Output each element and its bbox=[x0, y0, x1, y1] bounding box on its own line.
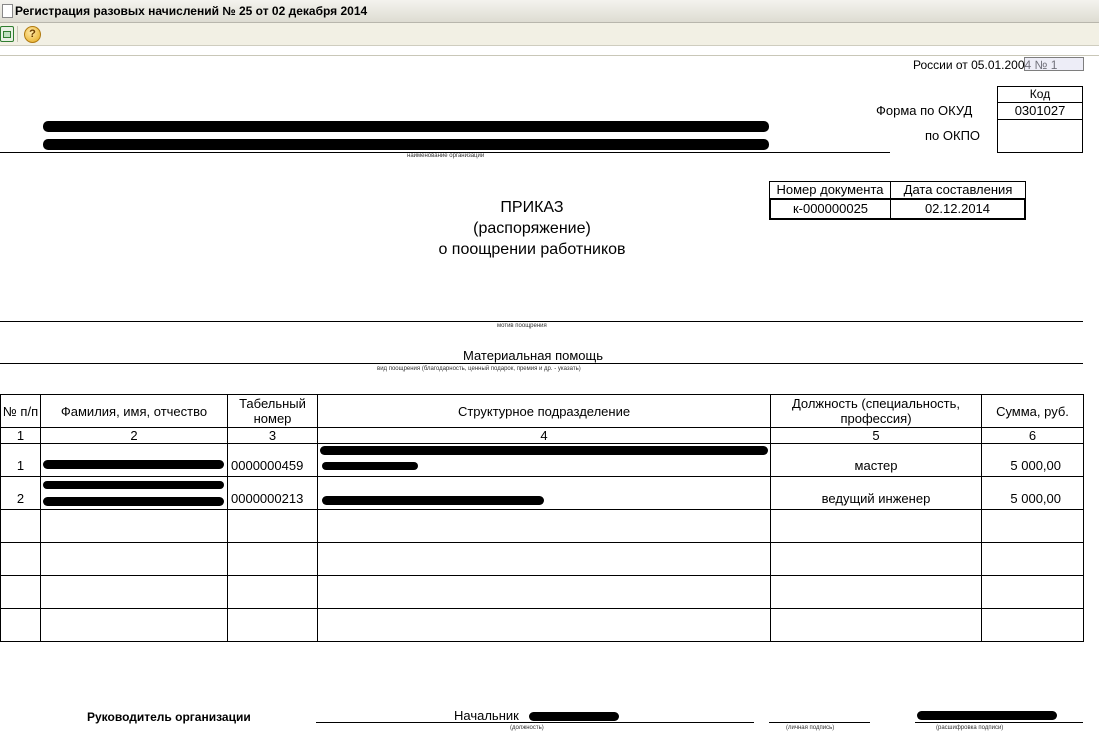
row-name-cell bbox=[40, 443, 228, 477]
redacted-dept-line1 bbox=[320, 446, 768, 455]
toolbar-separator bbox=[17, 26, 18, 42]
window-title: Регистрация разовых начислений № 25 от 0… bbox=[15, 4, 368, 18]
redacted-name-line2 bbox=[43, 497, 224, 506]
table-header-row: № п/п Фамилия, имя, отчество Табельный н… bbox=[0, 394, 1084, 428]
printed-form: России от 05.01.2004 № 1 Код 0301027 Фор… bbox=[0, 55, 1099, 739]
doc-date-header: Дата составления bbox=[903, 182, 1013, 197]
col-number: 6 bbox=[981, 427, 1084, 444]
help-icon[interactable]: ? bbox=[24, 26, 41, 43]
head-position: Начальник bbox=[454, 708, 519, 723]
okud-value-cell: 0301027 bbox=[997, 102, 1083, 120]
table-row-empty bbox=[0, 509, 1084, 543]
table-row: 1 0000000459 мастер 5 000,00 bbox=[0, 443, 1084, 477]
row-tab: 0000000213 bbox=[227, 476, 318, 510]
redacted-name-line1 bbox=[43, 481, 224, 489]
table-row-empty bbox=[0, 575, 1084, 609]
col-number: 3 bbox=[227, 427, 318, 444]
print-icon[interactable] bbox=[0, 26, 14, 42]
okud-value: 0301027 bbox=[1014, 103, 1066, 118]
doc-number: к-000000025 bbox=[792, 201, 869, 216]
order-title: ПРИКАЗ bbox=[500, 199, 564, 216]
position-underline bbox=[316, 722, 754, 723]
header-sum: Сумма, руб. bbox=[981, 394, 1084, 428]
table-row-empty bbox=[0, 542, 1084, 576]
table-numbering-row: 1 2 3 4 5 6 bbox=[0, 427, 1084, 444]
col-number: 4 bbox=[317, 427, 771, 444]
reward-type: Материальная помощь bbox=[462, 348, 603, 363]
signature-caption: (личная подпись) bbox=[786, 725, 835, 731]
reward-caption: вид поощрения (благодарность, ценный под… bbox=[377, 366, 581, 372]
header-name: Фамилия, имя, отчество bbox=[40, 394, 228, 428]
employees-table: № п/п Фамилия, имя, отчество Табельный н… bbox=[0, 394, 1084, 642]
redacted-dept-line2 bbox=[322, 462, 418, 470]
okud-label: Форма по ОКУД bbox=[876, 103, 973, 118]
redacted-org-name-line2 bbox=[43, 139, 769, 150]
table-row: 2 0000000213 ведущий инженер 5 000,00 bbox=[0, 476, 1084, 510]
header-tab: Табельный номер bbox=[227, 394, 318, 428]
row-name-cell bbox=[40, 476, 228, 510]
doc-number-cell: к-000000025 bbox=[769, 198, 891, 220]
row-dept-cell bbox=[317, 476, 771, 510]
motive-caption: мотив поощрения bbox=[497, 323, 547, 329]
doc-number-header: Номер документа bbox=[776, 182, 884, 197]
org-name-caption: наименование организации bbox=[407, 153, 485, 159]
header-position: Должность (специальность, профессия) bbox=[770, 394, 982, 428]
col-number: 2 bbox=[40, 427, 228, 444]
okpo-value-cell bbox=[997, 119, 1083, 153]
row-position: ведущий инженер bbox=[770, 476, 982, 510]
decoding-caption: (расшифровка подписи) bbox=[936, 725, 1004, 731]
toolbar: ? bbox=[0, 23, 1099, 46]
signature-underline bbox=[769, 722, 870, 723]
doc-date-cell: 02.12.2014 bbox=[890, 198, 1026, 220]
redacted-name bbox=[43, 460, 224, 469]
col-number: 5 bbox=[770, 427, 982, 444]
redacted-signer-name bbox=[917, 711, 1057, 720]
motive-underline bbox=[0, 321, 1083, 322]
doc-date: 02.12.2014 bbox=[924, 201, 991, 216]
okpo-label: по ОКПО bbox=[925, 128, 981, 143]
row-tab: 0000000459 bbox=[227, 443, 318, 477]
doc-number-header-cell: Номер документа bbox=[769, 181, 891, 199]
doc-date-header-cell: Дата составления bbox=[890, 181, 1026, 199]
position-caption: (должность) bbox=[510, 725, 544, 731]
selected-cell-marker bbox=[1024, 57, 1084, 71]
reward-underline bbox=[0, 363, 1083, 364]
redacted-dept bbox=[322, 496, 544, 505]
order-purpose: о поощрении работников bbox=[438, 241, 626, 258]
header-num: № п/п bbox=[0, 394, 41, 428]
document-icon bbox=[2, 4, 13, 18]
code-header-cell: Код bbox=[997, 86, 1083, 103]
head-label: Руководитель организации bbox=[87, 710, 251, 724]
row-sum: 5 000,00 bbox=[981, 476, 1084, 510]
window-titlebar: Регистрация разовых начислений № 25 от 0… bbox=[0, 0, 1099, 23]
col-number: 1 bbox=[0, 427, 41, 444]
row-num: 2 bbox=[0, 476, 41, 510]
redacted-org-name-line1 bbox=[43, 121, 769, 132]
row-position: мастер bbox=[770, 443, 982, 477]
row-num: 1 bbox=[0, 443, 41, 477]
row-dept-cell bbox=[317, 443, 771, 477]
redacted-department-name bbox=[529, 712, 619, 721]
header-dept: Структурное подразделение bbox=[317, 394, 771, 428]
decoding-underline bbox=[915, 722, 1083, 723]
order-subtitle: (распоряжение) bbox=[473, 220, 591, 237]
code-header-text: Код bbox=[1029, 87, 1051, 101]
table-row-empty bbox=[0, 608, 1084, 642]
row-sum: 5 000,00 bbox=[981, 443, 1084, 477]
